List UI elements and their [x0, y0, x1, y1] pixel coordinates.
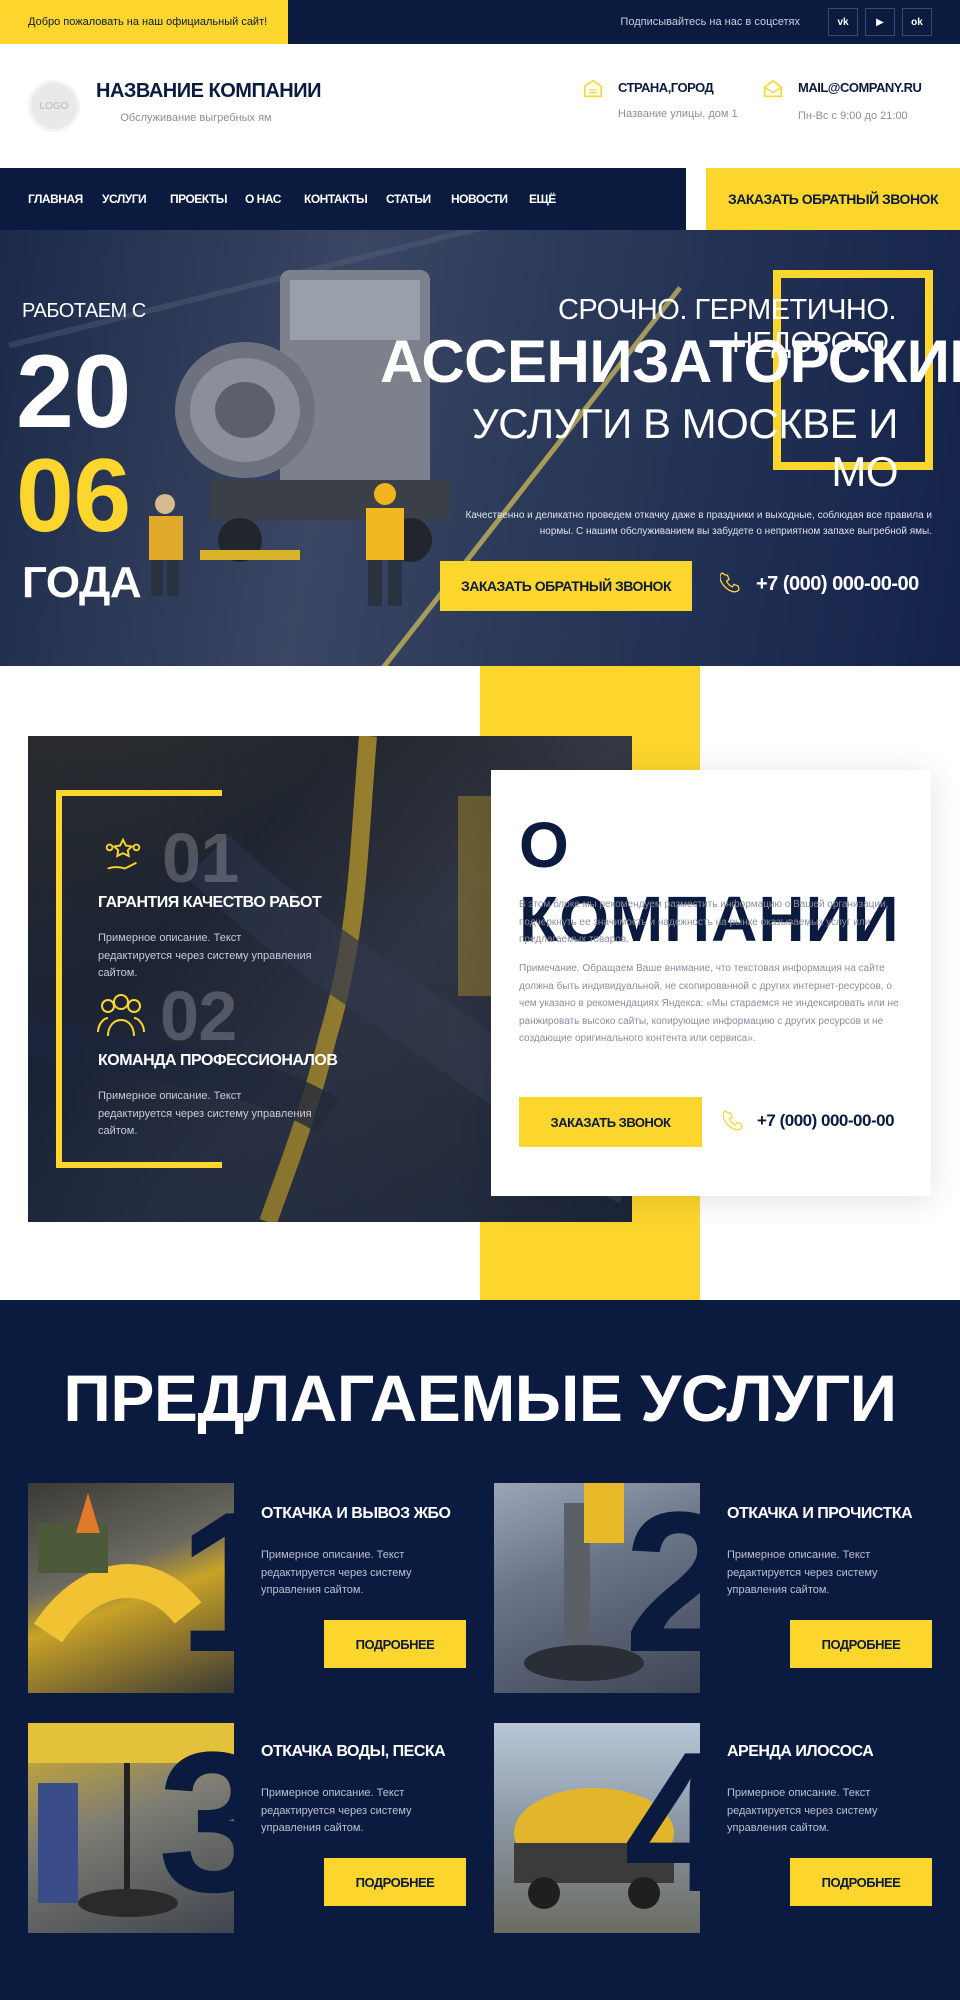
service-title: ОТКАЧКА ВОДЫ, ПЕСКА [261, 1743, 446, 1760]
worker-left-image [149, 494, 183, 596]
service-number: 4 [624, 1723, 700, 1923]
service-text: Примерное описание. Текст редактируется … [727, 1787, 878, 1835]
nav-gap [686, 168, 706, 196]
nav-item-services[interactable]: УСЛУГИ [102, 168, 147, 230]
odnoklassniki-icon[interactable]: ok [902, 8, 932, 36]
hero-year-part1: 20 [16, 334, 131, 450]
service-title: ОТКАЧКА И ПРОЧИСТКА [727, 1505, 913, 1522]
service-text: Примерное описание. Текст редактируется … [261, 1787, 412, 1835]
feature-text: Примерное описание. Текст редактируется … [98, 1090, 312, 1138]
service-details-button[interactable]: ПОДРОБНЕЕ [324, 1620, 466, 1668]
phone-icon [723, 1110, 743, 1131]
feature-title: КОМАНДА ПРОФЕССИОНАЛОВ [98, 1052, 338, 1069]
service-details-button[interactable]: ПОДРОБНЕЕ [324, 1858, 466, 1906]
nav-item-about[interactable]: О НАС [245, 168, 281, 230]
service-title: АРЕНДА ИЛОСОСА [727, 1743, 874, 1760]
phone-icon [720, 572, 740, 593]
service-number: 1 [178, 1483, 234, 1683]
nav-item-projects[interactable]: ПРОЕКТЫ [170, 168, 228, 230]
service-image: 3 [28, 1723, 234, 1933]
mail-title[interactable]: MAIL@COMPANY.RU [798, 80, 922, 95]
service-image: 4 [494, 1723, 700, 1933]
subscribe-text: Подписывайтесь на нас в соцсетях [620, 16, 800, 28]
mail-icon [763, 79, 783, 98]
service-title: ОТКАЧКА И ВЫВОЗ ЖБО [261, 1505, 451, 1522]
about-phone[interactable]: +7 (000) 000-00-00 [757, 1111, 895, 1131]
about-callback-button[interactable]: ЗАКАЗАТЬ ЗВОНОК [519, 1097, 702, 1147]
hero-phone[interactable]: +7 (000) 000-00-00 [756, 573, 919, 596]
service-image: 2 [494, 1483, 700, 1693]
services-title: ПРЕДЛАГАЕМЫЕ УСЛУГИ [63, 1361, 897, 1435]
nav-item-more[interactable]: ЕЩЁ [529, 168, 556, 230]
team-icon [97, 994, 145, 1037]
vk-icon[interactable]: vk [828, 8, 858, 36]
hero-description: Качественно и деликатно проведем откачку… [465, 510, 933, 537]
company-name: НАЗВАНИЕ КОМПАНИИ [96, 80, 321, 102]
nav-item-home[interactable]: ГЛАВНАЯ [28, 168, 83, 230]
hero-title: АССЕНИЗАТОРСКИЕ [380, 328, 960, 395]
service-details-button[interactable]: ПОДРОБНЕЕ [790, 1620, 932, 1668]
nav-item-news[interactable]: НОВОСТИ [451, 168, 508, 230]
hero-callback-button[interactable]: ЗАКАЗАТЬ ОБРАТНЫЙ ЗВОНОК [440, 561, 692, 611]
company-subtitle: Обслуживание выгребных ям [120, 112, 272, 124]
youtube-icon[interactable]: ▶ [865, 8, 895, 36]
service-number: 2 [624, 1483, 700, 1683]
nav-item-articles[interactable]: СТАТЬИ [386, 168, 431, 230]
hero-subtitle: УСЛУГИ В МОСКВЕ И МО [472, 400, 898, 495]
location-icon [583, 79, 603, 98]
service-text: Примерное описание. Текст редактируется … [727, 1549, 878, 1597]
service-details-button[interactable]: ПОДРОБНЕЕ [790, 1858, 932, 1906]
service-text: Примерное описание. Текст редактируется … [261, 1549, 412, 1597]
about-paragraph: В этом блоке мы рекомендуем разместить и… [519, 899, 889, 945]
address-subtitle: Название улицы, дом 1 [618, 108, 738, 120]
hero-year-suffix: ГОДА [22, 558, 142, 607]
about-note: Примечание. Обращаем Ваше внимание, что … [519, 963, 899, 1044]
feature-number: 02 [160, 977, 237, 1055]
logo[interactable]: LOGO [28, 80, 80, 132]
address-title: СТРАНА,ГОРОД [618, 80, 714, 95]
quality-hand-icon [105, 837, 141, 870]
service-image: 1 [28, 1483, 234, 1693]
feature-text: Примерное описание. Текст редактируется … [98, 932, 312, 980]
welcome-banner: Добро пожаловать на наш официальный сайт… [0, 0, 288, 44]
working-hours: Пн-Вс с 9:00 до 21:00 [798, 110, 908, 122]
callback-button[interactable]: ЗАКАЗАТЬ ОБРАТНЫЙ ЗВОНОК [706, 168, 960, 230]
hero-since-label: РАБОТАЕМ С [22, 300, 146, 322]
feature-number: 01 [162, 819, 239, 897]
nav-item-contacts[interactable]: КОНТАКТЫ [304, 168, 368, 230]
service-number: 3 [158, 1723, 234, 1923]
feature-title: ГАРАНТИЯ КАЧЕСТВО РАБОТ [98, 894, 322, 911]
worker-right-image [366, 483, 404, 606]
hero-year-part2: 06 [16, 438, 131, 554]
